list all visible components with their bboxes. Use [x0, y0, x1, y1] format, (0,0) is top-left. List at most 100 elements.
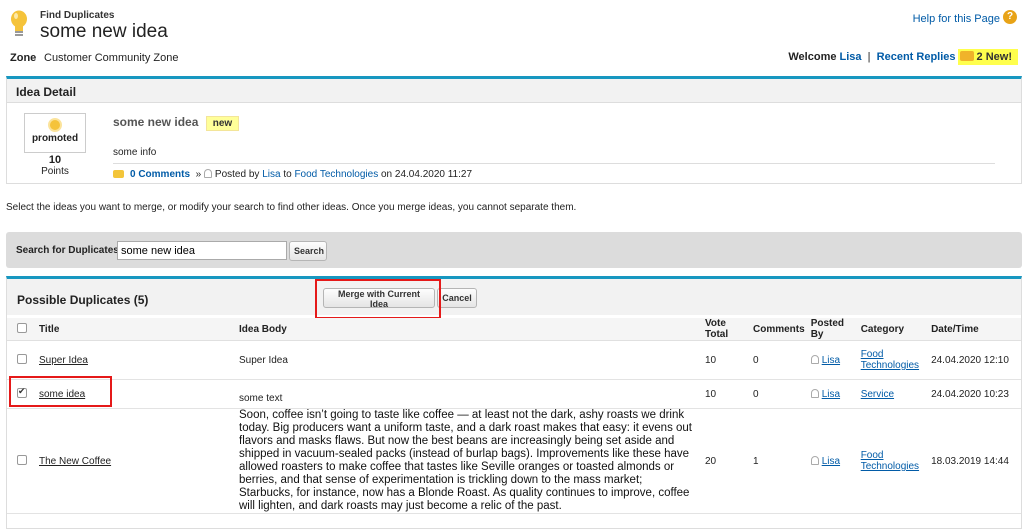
duplicates-title: Possible Duplicates (5)	[17, 293, 149, 307]
category-cell: Food Technologies	[856, 408, 926, 514]
category-link[interactable]: Food Technologies	[861, 349, 919, 371]
row-checkbox[interactable]	[17, 454, 27, 465]
idea-title: some new idea new	[113, 115, 240, 131]
body-cell: Super Idea	[233, 340, 701, 380]
posted-by-cell: Lisa	[806, 340, 857, 380]
select-all-checkbox[interactable]	[17, 322, 27, 333]
merge-instructions: Select the ideas you want to merge, or m…	[6, 202, 577, 213]
vote-cell: 10	[701, 340, 749, 380]
posted-by-link[interactable]: Lisa	[822, 389, 840, 400]
help-link[interactable]: Help for this Page	[913, 13, 1000, 25]
search-input[interactable]	[117, 241, 287, 260]
posted-by-link[interactable]: Lisa	[822, 456, 840, 467]
col-comments: Comments	[749, 318, 807, 341]
table-row: some idea some text 10 0 Lisa Service 24…	[7, 379, 1021, 409]
posted-by-cell: Lisa	[806, 408, 857, 514]
col-title: Title	[33, 318, 233, 341]
category-link[interactable]: Service	[861, 389, 894, 400]
idea-body: some info	[113, 147, 157, 158]
new-replies-count: 2 New!	[976, 51, 1012, 63]
search-label: Search for Duplicates	[16, 245, 119, 256]
separator: |	[867, 51, 871, 63]
zone-name: Customer Community Zone	[44, 52, 179, 64]
idea-meta: 0 Comments » Posted by Lisa to Food Tech…	[113, 169, 472, 180]
idea-title-link[interactable]: The New Coffee	[39, 456, 111, 467]
col-category: Category	[856, 318, 926, 341]
divider	[113, 163, 995, 164]
category-link[interactable]: Food Technologies	[861, 450, 919, 472]
posted-by-link[interactable]: Lisa	[822, 355, 840, 366]
user-link[interactable]: Lisa	[840, 51, 862, 63]
idea-title-link[interactable]: Super Idea	[39, 355, 88, 366]
vote-cell: 10	[701, 379, 749, 409]
category-cell: Service	[856, 379, 926, 409]
merge-highlight-box	[315, 279, 441, 319]
body-cell: Soon, coffee isn’t going to taste like c…	[233, 408, 701, 514]
date-cell: 24.04.2020 12:10	[925, 340, 1021, 380]
points-label: Points	[41, 166, 69, 177]
idea-detail-panel: Idea Detail promoted 10 Points some new …	[6, 76, 1022, 184]
help-icon[interactable]: ?	[1003, 10, 1017, 24]
vote-badge[interactable]: promoted	[24, 113, 86, 153]
zone-bar: Zone Customer Community Zone Welcome Lis…	[0, 48, 1024, 68]
category-link[interactable]: Food Technologies	[294, 169, 378, 180]
welcome-area: Welcome Lisa | Recent Replies 2 New!	[788, 49, 1018, 65]
replies-icon	[959, 51, 974, 61]
date-cell: 18.03.2019 14:44	[925, 408, 1021, 514]
row-checkbox[interactable]	[17, 353, 27, 364]
idea-title-text: some new idea	[113, 115, 199, 129]
vote-cell: 20	[701, 408, 749, 514]
comments-link[interactable]: 0 Comments	[130, 169, 190, 180]
to-label: to	[283, 169, 292, 180]
search-button[interactable]: Search	[289, 241, 327, 261]
table-header-row: Title Idea Body Vote Total Comments Post…	[7, 318, 1021, 341]
comments-icon	[113, 170, 124, 178]
date-cell: 24.04.2020 10:23	[925, 379, 1021, 409]
selected-row-highlight-box	[9, 376, 112, 407]
posted-by-label: Posted by	[214, 169, 260, 180]
zone-label: Zone	[10, 52, 37, 64]
duplicates-header: Possible Duplicates (5) Merge with Curre…	[7, 279, 1021, 319]
page-header: Find Duplicates some new idea Help for t…	[0, 0, 1024, 44]
welcome-text: Welcome	[788, 51, 837, 63]
page-title: some new idea	[40, 21, 168, 42]
meta-arrow: »	[195, 169, 202, 180]
user-icon	[810, 354, 819, 364]
comments-cell: 1	[749, 408, 807, 514]
row-select-cell	[7, 408, 33, 514]
col-posted-by: Posted By	[806, 318, 857, 341]
promoted-icon	[48, 118, 62, 132]
duplicates-table: Title Idea Body Vote Total Comments Post…	[7, 318, 1021, 514]
category-cell: Food Technologies	[856, 340, 926, 380]
select-all-cell	[7, 318, 33, 341]
vote-status: promoted	[31, 133, 79, 144]
table-row: The New Coffee Soon, coffee isn’t going …	[7, 408, 1021, 514]
row-select-cell	[7, 340, 33, 380]
comments-cell: 0	[749, 379, 807, 409]
table-row: Super Idea Super Idea 10 0 Lisa Food Tec…	[7, 340, 1021, 380]
posted-date: on 24.04.2020 11:27	[381, 169, 473, 180]
page-subtitle: Find Duplicates	[40, 10, 115, 21]
new-badge: new	[205, 116, 240, 131]
col-idea-body: Idea Body	[233, 318, 701, 341]
recent-replies-link[interactable]: Recent Replies	[877, 51, 956, 63]
body-cell: some text	[233, 379, 701, 409]
user-icon	[810, 455, 819, 465]
title-cell: The New Coffee	[33, 408, 233, 514]
author-link[interactable]: Lisa	[262, 169, 280, 180]
lightbulb-icon	[11, 10, 27, 36]
comments-cell: 0	[749, 340, 807, 380]
vote-widget: promoted 10 Points	[24, 113, 86, 179]
posted-by-cell: Lisa	[806, 379, 857, 409]
idea-detail-heading: Idea Detail	[7, 79, 1021, 103]
cancel-button[interactable]: Cancel	[437, 288, 477, 308]
col-date-time: Date/Time	[925, 318, 1021, 341]
new-replies-badge[interactable]: 2 New!	[957, 49, 1018, 65]
search-panel: Search for Duplicates Search	[6, 232, 1022, 268]
user-icon	[203, 169, 212, 178]
user-icon	[810, 388, 819, 398]
duplicates-panel: Possible Duplicates (5) Merge with Curre…	[6, 276, 1022, 529]
points-value: 10	[48, 154, 62, 166]
col-vote-total: Vote Total	[701, 318, 749, 341]
title-cell: Super Idea	[33, 340, 233, 380]
